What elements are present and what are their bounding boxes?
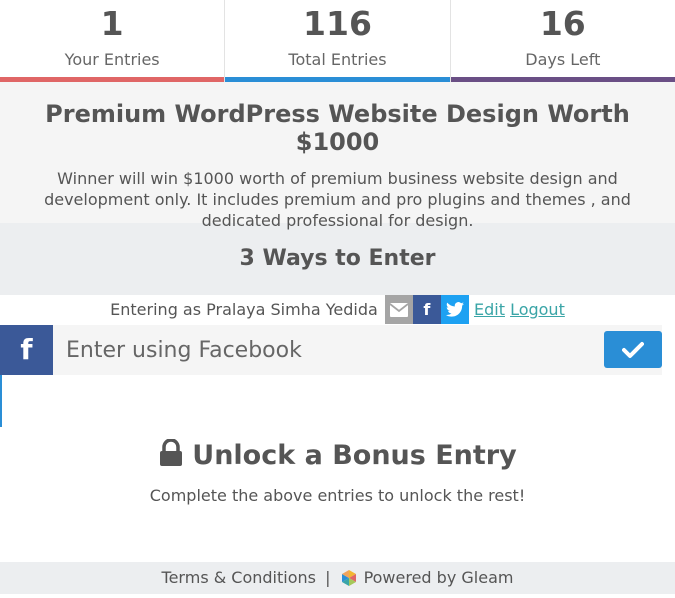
bonus-heading: Unlock a Bonus Entry: [0, 438, 675, 472]
stats-bar: 1 Your Entries 116 Total Entries 16 Days…: [0, 0, 675, 82]
stat-total-entries: 116 Total Entries: [224, 0, 450, 82]
stat-number: 16: [539, 4, 586, 43]
footer-separator: |: [325, 568, 331, 587]
bonus-section: Unlock a Bonus Entry Complete the above …: [0, 427, 675, 505]
mail-icon: [384, 295, 413, 324]
entering-as-text: Entering as Pralaya Simha Yedida: [110, 300, 378, 319]
stat-label: Your Entries: [64, 50, 160, 69]
powered-by-link[interactable]: Powered by Gleam: [364, 568, 514, 587]
terms-link[interactable]: Terms & Conditions: [162, 568, 316, 587]
lock-icon: [158, 438, 184, 467]
stat-your-entries: 1 Your Entries: [0, 0, 225, 82]
ways-heading: 3 Ways to Enter: [0, 223, 675, 295]
edit-link[interactable]: Edit: [474, 300, 505, 319]
facebook-entry-label[interactable]: Enter using Facebook: [53, 338, 662, 363]
entering-as-row: Entering as Pralaya Simha Yedida f Edit …: [0, 295, 675, 324]
stat-number: 116: [303, 4, 372, 43]
prize-description: Premium WordPress Website Design Worth $…: [0, 82, 675, 230]
stat-underline: [225, 77, 450, 82]
entry-expanded-area: [0, 375, 675, 427]
checkmark-icon[interactable]: [604, 331, 662, 368]
stat-underline: [450, 77, 675, 82]
facebook-icon: f: [412, 295, 441, 324]
footer: Terms & Conditions | Powered by Gleam: [0, 562, 675, 594]
bonus-title: Unlock a Bonus Entry: [192, 440, 517, 471]
bonus-subtitle: Complete the above entries to unlock the…: [149, 486, 526, 505]
prize-title: Premium WordPress Website Design Worth $…: [45, 100, 630, 156]
stat-label: Total Entries: [288, 50, 387, 69]
logout-link[interactable]: Logout: [510, 300, 565, 319]
facebook-icon: f: [0, 325, 53, 375]
prize-text: Winner will win $1000 worth of premium b…: [44, 169, 631, 230]
stat-days-left: 16 Days Left: [449, 0, 675, 82]
stat-underline: [0, 77, 225, 82]
facebook-entry-button[interactable]: f Enter using Facebook: [0, 325, 662, 375]
gleam-logo-icon: [340, 566, 358, 586]
stat-number: 1: [100, 4, 124, 43]
stat-label: Days Left: [525, 50, 601, 69]
twitter-icon: [440, 295, 469, 324]
